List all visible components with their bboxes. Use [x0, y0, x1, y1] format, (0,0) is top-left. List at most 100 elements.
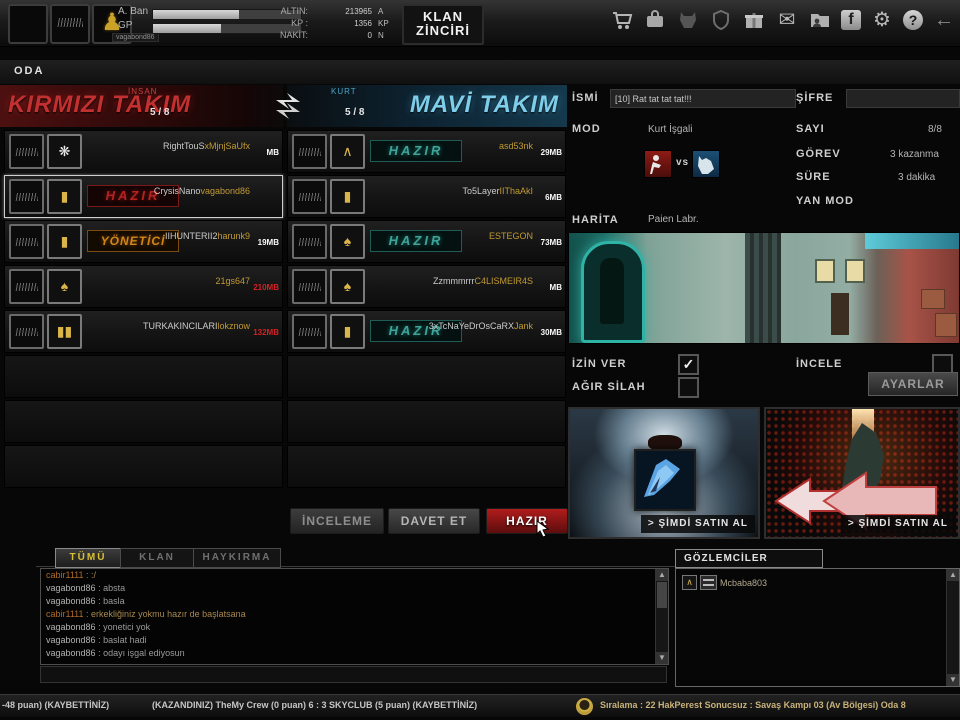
sifre-label: ŞİFRE	[796, 92, 834, 104]
player-row[interactable]: ❋ RightTouSxMjnjSaUfx MB	[4, 130, 283, 173]
chat-text: erkekliğiniz yokmu hazır de başlatsana	[91, 609, 246, 619]
rank-icon: ♠	[47, 269, 82, 304]
scroll-down-icon[interactable]: ▼	[947, 674, 959, 686]
empty-slot	[4, 400, 283, 443]
xp-progress-fill	[153, 10, 239, 19]
ticker-mid: (KAZANDINIZ) TheMy Crew (0 puan) 6 : 3 S…	[152, 700, 478, 710]
clan-badge-icon	[292, 224, 327, 259]
player-row[interactable]: ♠ ZzmmmrrrC4LISMEIR4S MB	[287, 265, 566, 308]
chat-message-list[interactable]: cabir1111 : :/ vagabond86 : absta vagabo…	[40, 568, 669, 665]
observers-list[interactable]: ∧ Mcbaba803 ▲ ▼	[675, 568, 960, 687]
player-name: A. Ban	[118, 6, 149, 17]
scroll-up-icon[interactable]: ▲	[656, 569, 668, 581]
sure-value: 3 dakika	[898, 172, 936, 183]
mb-badge: 19MB	[257, 238, 279, 247]
ticker-right: Sıralama : 22 HakPerest Sonucsuz : Savaş…	[600, 700, 906, 710]
rank-icon: ▮▮	[47, 314, 82, 349]
scroll-thumb[interactable]	[657, 582, 667, 608]
ayarlar-button[interactable]: AYARLAR	[868, 372, 958, 396]
map-preview[interactable]	[568, 232, 960, 344]
rank-icon: ∧	[330, 134, 365, 169]
nakit-unit: N	[378, 31, 384, 40]
chat-user: cabir1111	[46, 570, 84, 580]
shop-cart-icon[interactable]	[610, 8, 634, 32]
izin-ver-checkbox[interactable]: ✓	[678, 354, 699, 375]
kurt-label: KURT	[331, 87, 357, 96]
chat-scrollbar[interactable]: ▲ ▼	[655, 569, 668, 664]
player-row[interactable]: ▮▮ TURKAKINCILARIlokznow 132MB	[4, 310, 283, 353]
scroll-down-icon[interactable]: ▼	[656, 652, 668, 664]
inceleme-button[interactable]: İNCELEME	[290, 508, 384, 534]
observer-row[interactable]: ∧ Mcbaba803	[682, 575, 767, 590]
help-icon[interactable]: ?	[903, 10, 923, 30]
gp-label: GP	[118, 20, 133, 31]
red-team-list: ❋ RightTouSxMjnjSaUfx MB ▮ HAZIR CrysisN…	[4, 130, 283, 490]
player-row[interactable]: ♠ HAZIR ESTEGON 73MB	[287, 220, 566, 263]
specimen-tank-icon	[581, 241, 645, 343]
password-input[interactable]	[846, 89, 960, 108]
rank-icon: ▮	[47, 224, 82, 259]
yan-mod-label: YAN MOD	[796, 195, 854, 207]
wolf-head-icon[interactable]	[676, 8, 700, 32]
chat-text: baslat hadi	[103, 635, 147, 645]
buy-now-caption[interactable]: > ŞİMDİ SATIN AL	[840, 515, 955, 533]
gp-progress-fill	[153, 24, 222, 33]
gift-icon[interactable]	[742, 8, 766, 32]
shield-icon[interactable]	[709, 8, 733, 32]
observers-header: GÖZLEMCİLER	[675, 549, 823, 568]
room-name-input[interactable]	[610, 89, 796, 108]
agir-silah-label: AĞIR SİLAH	[572, 381, 646, 393]
rank-icon: ♠	[330, 269, 365, 304]
nick-name: lokznow	[217, 321, 250, 331]
facebook-icon[interactable]: f	[841, 10, 861, 30]
player-row-selected[interactable]: ▮ HAZIR CrysisNanovagabond86	[4, 175, 283, 218]
harita-value: Paien Labr.	[648, 214, 699, 225]
player-row[interactable]: ♠ 21gs647 210MB	[4, 265, 283, 308]
team-swap-icon[interactable]	[268, 88, 308, 124]
clan-emblem-icon[interactable]	[50, 4, 90, 44]
blue-team-title: MAVİ TAKIM	[409, 91, 559, 118]
inventory-bag-icon[interactable]	[643, 8, 667, 32]
nick-name: vagabond86	[200, 186, 250, 196]
tab-oda[interactable]: ODA	[14, 65, 44, 77]
chat-message: vagabond86 : yonetici yok	[46, 622, 151, 632]
chat-input[interactable]	[40, 666, 667, 683]
rank-icon: ▮	[330, 179, 365, 214]
tab-klan[interactable]: KLAN	[120, 548, 194, 568]
mail-icon[interactable]: ✉	[775, 8, 799, 32]
mb-badge: 30MB	[540, 328, 562, 337]
promo-banner-red-wolf[interactable]: > ŞİMDİ SATIN AL	[764, 407, 960, 539]
map-window	[815, 259, 835, 283]
davet-et-button[interactable]: DAVET ET	[388, 508, 480, 534]
chat-user: vagabond86	[46, 596, 96, 606]
clan-name: RightTouS	[162, 141, 205, 151]
tab-tumu[interactable]: TÜMÜ	[55, 548, 121, 568]
topbar-icon-row: ✉ f ⚙ ? ←	[610, 8, 956, 32]
friends-folder-icon[interactable]	[808, 8, 832, 32]
settings-gear-icon[interactable]: ⚙	[870, 8, 894, 32]
observer-clan-icon	[700, 575, 717, 590]
map-pillar	[745, 233, 781, 343]
mb-badge: MB	[266, 148, 279, 157]
hazir-button[interactable]: HAZIR	[486, 508, 568, 534]
scroll-up-icon[interactable]: ▲	[947, 569, 959, 581]
player-row[interactable]: ▮ YÖNETİCİ IIHUNTERII2harunk9 19MB	[4, 220, 283, 263]
observers-scrollbar[interactable]: ▲ ▼	[946, 569, 959, 686]
rank-icon: ▮	[47, 179, 82, 214]
player-row[interactable]: ∧ HAZIR asd53nk 29MB	[287, 130, 566, 173]
back-arrow-icon[interactable]: ←	[932, 8, 956, 32]
tab-haykirma[interactable]: HAYKIRMA	[193, 548, 281, 568]
ticker-left: -48 puan) (KAYBETTİNİZ)	[2, 700, 110, 710]
player-row[interactable]: ▮ To5LayerIIThaAkI 6MB	[287, 175, 566, 218]
avatar[interactable]	[8, 4, 48, 44]
player-row[interactable]: ▮ HAZIR 3xTcNaYeDrOsCaRXJank 30MB	[287, 310, 566, 353]
clan-name: To5Layer	[462, 186, 500, 196]
chat-user: cabir1111	[46, 609, 84, 619]
buy-now-caption[interactable]: > ŞİMDİ SATIN AL	[640, 515, 755, 533]
izin-ver-label: İZİN VER	[572, 358, 627, 370]
gorev-value: 3 kazanma	[890, 149, 939, 160]
clan-badge-icon	[9, 269, 44, 304]
agir-silah-checkbox[interactable]	[678, 377, 699, 398]
clan-badge-icon	[9, 134, 44, 169]
promo-banner-ice-wolf[interactable]: > ŞİMDİ SATIN AL	[568, 407, 760, 539]
